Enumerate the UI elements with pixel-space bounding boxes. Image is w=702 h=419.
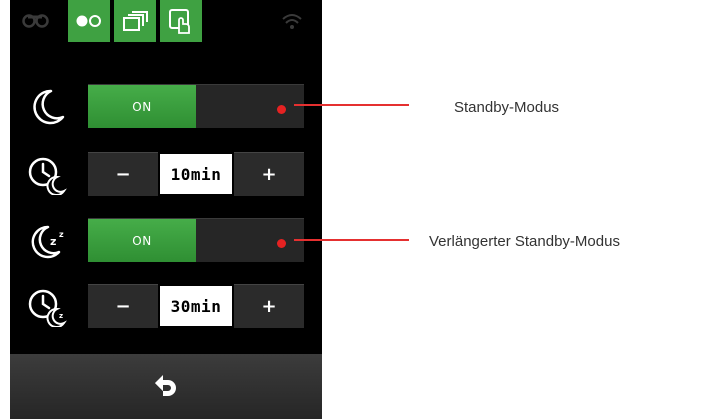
- callout-line-extended: [294, 239, 409, 241]
- standby-time-stepper: − 10min +: [88, 152, 304, 196]
- touch-screen-icon: [169, 9, 190, 34]
- tab-touch[interactable]: [160, 0, 204, 42]
- tab-mower[interactable]: [14, 0, 58, 42]
- extended-time-row: z − 30min +: [10, 280, 322, 332]
- standby-time-minus-button[interactable]: −: [88, 152, 158, 196]
- back-arrow-icon: [155, 374, 176, 396]
- standby-time-value: 10min: [160, 154, 232, 194]
- callout-line-standby: [294, 104, 409, 106]
- standby-toggle-on: ON: [88, 85, 196, 128]
- svg-text:z: z: [59, 312, 63, 320]
- callout-dot-standby: [277, 105, 286, 114]
- wheels-icon: [76, 15, 101, 27]
- extended-time-minus-button[interactable]: −: [88, 284, 158, 328]
- extended-standby-toggle[interactable]: ON: [88, 218, 304, 262]
- extended-time-value: 30min: [160, 286, 232, 326]
- extended-standby-row: z z ON: [10, 214, 322, 266]
- stacked-windows-icon: [123, 11, 148, 31]
- moon-icon: [22, 86, 72, 128]
- tab-wheels[interactable]: [68, 0, 112, 42]
- tab-bar: [10, 0, 322, 56]
- tab-wifi[interactable]: [270, 0, 314, 42]
- standby-time-plus-button[interactable]: +: [234, 152, 304, 196]
- standby-toggle[interactable]: ON: [88, 84, 304, 128]
- callout-dot-extended: [277, 239, 286, 248]
- extended-standby-toggle-on: ON: [88, 219, 196, 262]
- callout-label-extended: Verlängerter Standby-Modus: [429, 233, 620, 250]
- standby-time-row: − 10min +: [10, 148, 322, 200]
- clock-zzz-icon: z: [22, 286, 72, 328]
- robot-mower-icon: [22, 14, 49, 28]
- extended-time-stepper: − 30min +: [88, 284, 304, 328]
- extended-time-plus-button[interactable]: +: [234, 284, 304, 328]
- svg-text:z: z: [50, 235, 56, 248]
- back-button[interactable]: [10, 354, 322, 419]
- standby-row: ON: [10, 80, 322, 132]
- moon-zzz-icon: z z: [22, 220, 72, 262]
- callout-label-standby: Standby-Modus: [454, 99, 560, 116]
- tab-windows[interactable]: [114, 0, 158, 42]
- device-screen: ON − 10min + z z ON z − 30min +: [10, 0, 322, 419]
- clock-moon-icon: [22, 154, 72, 196]
- wifi-icon: [282, 14, 302, 29]
- figure: ON − 10min + z z ON z − 30min + Standby-…: [0, 0, 702, 419]
- svg-text:z: z: [59, 230, 64, 239]
